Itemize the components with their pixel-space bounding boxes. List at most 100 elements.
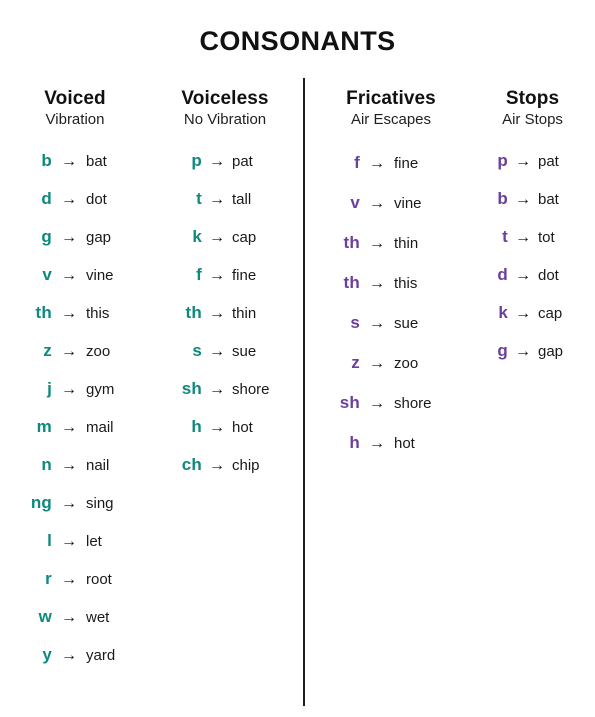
- column-subheading-stops: Air Stops: [502, 111, 563, 129]
- example-word: vine: [86, 266, 114, 284]
- example-word: wet: [86, 608, 110, 626]
- arrow-right-icon: →: [209, 342, 225, 360]
- example-word: fine: [232, 266, 257, 284]
- consonant-row: b → bat: [0, 151, 150, 189]
- example-word: sue: [394, 314, 419, 332]
- consonant-row: d → dot: [0, 189, 150, 227]
- consonant-symbol: k: [498, 302, 508, 322]
- consonant-row: s → sue: [312, 313, 470, 353]
- example-word: let: [86, 532, 102, 550]
- consonant-symbol: r: [45, 568, 52, 588]
- arrow-right-icon: →: [209, 152, 225, 170]
- column-heading-voiced: Voiced: [44, 88, 106, 109]
- example-word: hot: [232, 418, 253, 436]
- example-word: fine: [394, 154, 419, 172]
- consonant-row: j → gym: [0, 379, 150, 417]
- consonant-row: m → mail: [0, 417, 150, 455]
- example-word: this: [86, 304, 110, 322]
- consonant-symbol: h: [349, 432, 360, 452]
- consonant-symbol: th: [185, 302, 202, 322]
- arrow-right-icon: →: [369, 434, 385, 452]
- example-word: pat: [232, 152, 253, 170]
- arrow-right-icon: →: [61, 456, 77, 474]
- consonant-symbol: v: [42, 264, 52, 284]
- example-word: gap: [86, 228, 112, 246]
- consonant-symbol: w: [38, 606, 52, 626]
- row-list-stops: p → pat b → bat t → tot d → dot k → cap g → gap: [470, 151, 595, 379]
- example-word: thin: [394, 234, 419, 252]
- consonant-row: th → thin: [312, 233, 470, 273]
- column-subheading-fricatives: Air Escapes: [350, 111, 432, 129]
- row-list-voiced: b → bat d → dot g → gap v → vine th → this z → zoo j → gym m →…: [0, 151, 150, 683]
- example-word: thin: [232, 304, 257, 322]
- consonant-symbol: sh: [339, 392, 360, 412]
- arrow-right-icon: →: [515, 342, 531, 360]
- arrow-right-icon: →: [369, 274, 385, 292]
- arrow-right-icon: →: [369, 194, 385, 212]
- consonant-symbol: m: [36, 416, 52, 436]
- column-voiced: Voiced Vibration b → bat d → dot g → gap v → vine th…: [0, 88, 150, 683]
- row-list-fricatives: f → fine v → vine th → thin th → this s → sue z → zoo sh → s…: [312, 153, 470, 473]
- consonant-row: sh → shore: [312, 393, 470, 433]
- arrow-right-icon: →: [61, 342, 77, 360]
- example-word: yard: [86, 646, 116, 664]
- arrow-right-icon: →: [61, 608, 77, 626]
- arrow-right-icon: →: [515, 228, 531, 246]
- example-word: sing: [86, 494, 114, 512]
- consonant-symbol: k: [192, 226, 202, 246]
- arrow-right-icon: →: [369, 354, 385, 372]
- consonant-row: b → bat: [470, 189, 595, 227]
- arrow-right-icon: →: [61, 304, 77, 322]
- arrow-right-icon: →: [209, 456, 225, 474]
- consonant-symbol: sh: [181, 378, 202, 398]
- row-list-voiceless: p → pat t → tall k → cap f → fine th → thin s → sue sh → sho…: [150, 151, 300, 493]
- consonant-symbol: z: [351, 352, 360, 372]
- example-word: dot: [538, 266, 559, 284]
- arrow-right-icon: →: [209, 380, 225, 398]
- consonant-row: p → pat: [150, 151, 300, 189]
- consonant-symbol: h: [191, 416, 202, 436]
- consonant-row: v → vine: [0, 265, 150, 303]
- consonant-row: d → dot: [470, 265, 595, 303]
- consonant-symbol: th: [35, 302, 52, 322]
- column-stops: Stops Air Stops p → pat b → bat t → tot d → dot k → ca…: [470, 88, 595, 379]
- consonant-symbol: th: [343, 272, 360, 292]
- column-fricatives: Fricatives Air Escapes f → fine v → vine th → th…: [312, 88, 470, 473]
- example-word: bat: [86, 152, 107, 170]
- arrow-right-icon: →: [61, 380, 77, 398]
- consonant-symbol: f: [354, 152, 360, 172]
- consonant-row: t → tot: [470, 227, 595, 265]
- consonant-symbol: s: [350, 312, 360, 332]
- arrow-right-icon: →: [61, 494, 77, 512]
- arrow-right-icon: →: [61, 532, 77, 550]
- consonant-symbol: n: [41, 454, 52, 474]
- consonant-symbol: g: [497, 340, 508, 360]
- example-word: zoo: [394, 354, 419, 372]
- example-word: cap: [232, 228, 257, 246]
- arrow-right-icon: →: [515, 266, 531, 284]
- consonant-row: r → root: [0, 569, 150, 607]
- consonant-symbol: d: [41, 188, 52, 208]
- consonant-row: th → thin: [150, 303, 300, 341]
- arrow-right-icon: →: [61, 646, 77, 664]
- example-word: vine: [394, 194, 422, 212]
- vertical-divider: [303, 78, 305, 706]
- column-heading-stops: Stops: [505, 88, 560, 109]
- example-word: this: [394, 274, 418, 292]
- arrow-right-icon: →: [209, 266, 225, 284]
- consonant-symbol: v: [350, 192, 360, 212]
- arrow-right-icon: →: [369, 234, 385, 252]
- consonant-row: n → nail: [0, 455, 150, 493]
- example-word: sue: [232, 342, 257, 360]
- column-heading-fricatives: Fricatives: [346, 88, 436, 109]
- consonant-row: sh → shore: [150, 379, 300, 417]
- consonant-symbol: f: [196, 264, 202, 284]
- example-word: root: [86, 570, 112, 588]
- example-word: tot: [538, 228, 555, 246]
- page-title: CONSONANTS: [199, 26, 396, 57]
- consonant-row: f → fine: [150, 265, 300, 303]
- consonant-row: y → yard: [0, 645, 150, 683]
- consonant-row: g → gap: [0, 227, 150, 265]
- example-word: zoo: [86, 342, 111, 360]
- consonant-symbol: g: [41, 226, 52, 246]
